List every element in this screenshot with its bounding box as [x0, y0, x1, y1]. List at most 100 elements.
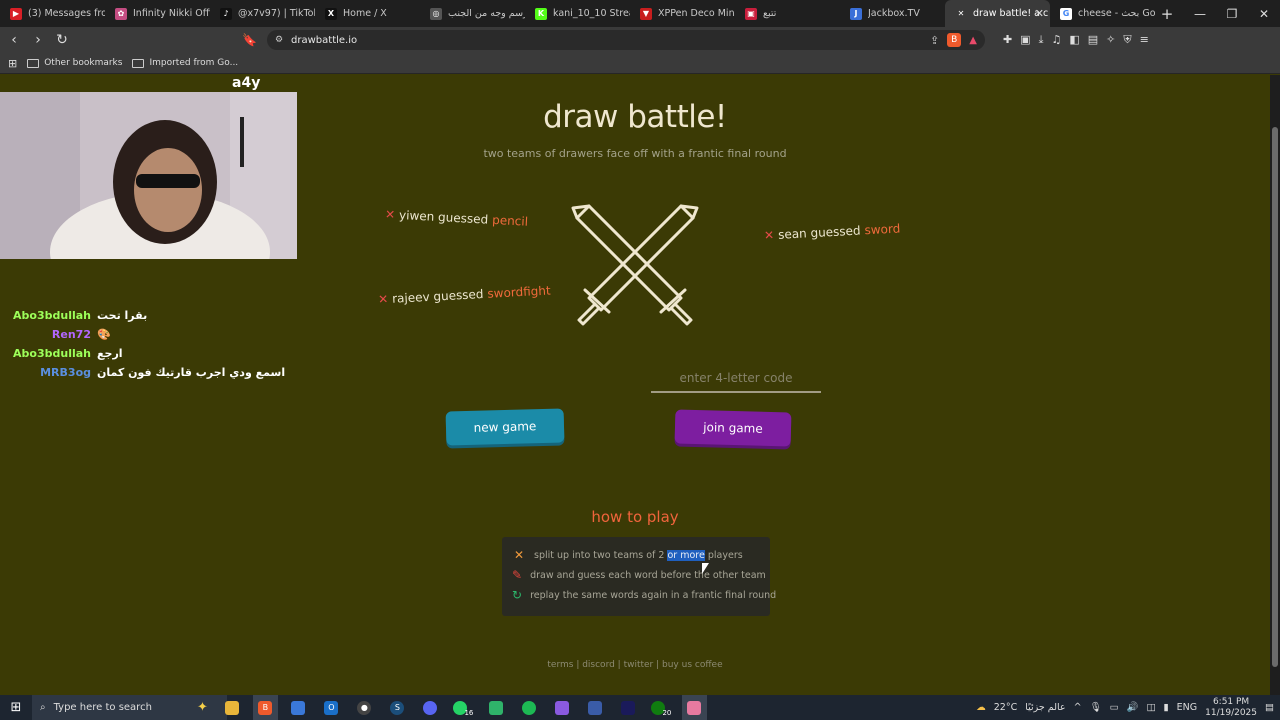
url-text: drawbattle.io — [291, 34, 358, 46]
media-icon[interactable]: ♫ — [1051, 33, 1061, 47]
discord-icon[interactable] — [418, 695, 443, 720]
file-explorer-icon[interactable] — [220, 695, 245, 720]
spotify-icon[interactable] — [517, 695, 542, 720]
guess-label-sean: ✕ sean guessed sword — [764, 221, 901, 242]
stream-chat: Abo3bdullah بقرا تحت Ren72 🎨 Abo3bdullah ارجع… — [0, 306, 300, 382]
bookmark-imported[interactable]: Imported from Go... — [132, 58, 238, 68]
tab-title: تتبع — [763, 8, 777, 19]
terminal-icon[interactable] — [616, 695, 641, 720]
tab-favicon-icon: ▼ — [640, 7, 652, 20]
tab-title: (3) Messages from — [28, 8, 105, 19]
pencil-icon: ✎ — [512, 568, 523, 582]
x-mark-icon: ✕ — [377, 292, 389, 307]
brave-rewards-icon[interactable]: ▲ — [969, 35, 977, 46]
browser-tab[interactable]: ▣ تتبع — [735, 0, 840, 27]
copilot-icon[interactable]: ✦ — [197, 700, 208, 715]
browser-tab[interactable]: ♪ @x7v97) | TikTok(7) — [210, 0, 315, 27]
browser-tab[interactable]: ▼ XPPen Deco Mini7 V — [630, 0, 735, 27]
browser-tab[interactable]: ✿ Infinity Nikki Officia — [105, 0, 210, 27]
guess-label-rajeev: ✕ rajeev guessed swordfight — [378, 283, 551, 306]
steam-icon[interactable]: S — [385, 695, 410, 720]
room-code-field[interactable] — [651, 371, 821, 393]
clock[interactable]: 6:51 PM 11/19/2025 — [1205, 697, 1257, 719]
tab-favicon-icon: G — [1060, 7, 1072, 20]
outlook-icon[interactable]: O — [319, 695, 344, 720]
reload-icon[interactable]: ↻ — [52, 32, 72, 48]
paint-app-icon[interactable] — [681, 695, 707, 720]
scrollbar-thumb[interactable] — [1272, 127, 1278, 667]
browser-tab[interactable]: Kkani_10_10 Stream — [525, 0, 630, 27]
site-info-icon[interactable]: ⚙ — [275, 35, 283, 45]
sidebar-icon[interactable]: ◧ — [1069, 33, 1079, 47]
brave-taskbar-icon[interactable]: B — [252, 695, 278, 720]
tab-capture-icon[interactable]: ▣ — [1020, 33, 1030, 47]
bookmark-other[interactable]: Other bookmarks — [27, 58, 122, 68]
browser-tab[interactable]: X Home / X — [315, 0, 420, 27]
share-icon[interactable]: ⇪ — [930, 34, 939, 47]
browser-tab[interactable]: ◎ رسم وجه من الجنب — [420, 0, 525, 27]
close-window-icon[interactable]: ✕ — [1248, 7, 1280, 21]
chat-message: Ren72 🎨 — [0, 325, 300, 344]
browser-tab[interactable]: J Jackbox.TV — [840, 0, 945, 27]
tab-favicon-icon: ◎ — [430, 7, 442, 20]
language-indicator[interactable]: ENG — [1177, 702, 1197, 713]
minimize-icon[interactable]: — — [1184, 7, 1216, 21]
display-icon[interactable]: ▭ — [1110, 702, 1119, 713]
weather-icon[interactable]: ☁ — [976, 702, 986, 713]
tab-favicon-icon: ▣ — [745, 7, 757, 20]
game-controller-icon[interactable] — [550, 695, 575, 720]
restore-icon[interactable]: ❐ — [1216, 7, 1248, 21]
howto-step-text: replay the same words again in a frantic… — [530, 589, 777, 601]
browser-tab[interactable]: ✕ draw battle! a c ✕ — [945, 0, 1050, 27]
downloads-icon[interactable]: ⤓ — [1039, 33, 1044, 47]
network-icon[interactable]: ◫ — [1146, 702, 1155, 713]
browser-tab[interactable]: ▶ (3) Messages from — [0, 0, 105, 27]
chat-message: Abo3bdullah ارجع — [0, 344, 300, 363]
weather-temp[interactable]: 22°C — [994, 702, 1017, 713]
new-game-button[interactable]: new game — [445, 408, 565, 446]
microphone-icon[interactable]: 🎙 — [1090, 702, 1102, 713]
new-tab-button[interactable]: + — [1155, 5, 1179, 23]
webcam-person-image — [0, 92, 297, 259]
x-mark-icon: ✕ — [763, 228, 775, 243]
twitch-app-icon[interactable] — [484, 695, 509, 720]
footer-links[interactable]: terms | discord | twitter | buy us coffe… — [0, 660, 1270, 670]
vpn-icon[interactable]: ⛨ — [1123, 33, 1131, 47]
notifications-icon[interactable]: ▤ — [1265, 702, 1274, 713]
guess-word: sword — [864, 221, 901, 238]
extensions-icon[interactable]: ✚ — [1003, 33, 1012, 47]
obs-icon[interactable]: ● — [352, 695, 377, 720]
battery-icon[interactable]: ▮ — [1163, 702, 1168, 713]
forward-icon[interactable]: › — [28, 32, 48, 48]
xbox-icon[interactable]: 20 — [649, 695, 674, 720]
bookmark-label: Other bookmarks — [44, 58, 123, 68]
windows-start-icon[interactable]: ⊞ — [0, 700, 32, 715]
room-code-input[interactable] — [651, 371, 821, 393]
back-icon[interactable]: ‹ — [4, 32, 24, 48]
menu-icon[interactable]: ≡ — [1140, 33, 1149, 47]
browser-tab[interactable]: Gcheese - بحث Goog — [1050, 0, 1155, 27]
chat-username: Abo3bdullah — [13, 347, 91, 360]
brave-shields-icon[interactable]: B — [947, 33, 962, 47]
howto-step-text: split up into two teams of 2 or more pla… — [534, 549, 743, 561]
store-icon[interactable] — [286, 695, 311, 720]
howto-step: ✎ draw and guess each word before the ot… — [512, 565, 766, 585]
close-tab-icon[interactable]: ✕ — [1035, 7, 1044, 20]
weather-text[interactable]: عالم جزئيًا — [1025, 702, 1065, 713]
bookmark-icon[interactable]: 🔖 — [242, 33, 257, 47]
webcam-feed — [0, 92, 297, 259]
tab-title: cheese - بحث Goog — [1078, 8, 1155, 19]
apps-grid-icon[interactable]: ⊞ — [8, 57, 17, 70]
join-game-button[interactable]: join game — [674, 409, 792, 447]
settings-gear-icon[interactable] — [583, 695, 608, 720]
volume-icon[interactable]: 🔊 — [1127, 702, 1139, 713]
page-scrollbar[interactable] — [1270, 75, 1280, 695]
whatsapp-icon[interactable]: 16 — [451, 695, 476, 720]
tray-overflow-icon[interactable]: ^ — [1074, 702, 1082, 713]
replay-icon: ↻ — [512, 588, 523, 602]
leo-icon[interactable]: ✧ — [1106, 33, 1115, 47]
folder-icon — [132, 58, 145, 68]
wallet-icon[interactable]: ▤ — [1088, 33, 1098, 47]
address-bar[interactable]: ⚙ drawbattle.io ⇪ B ▲ — [266, 30, 985, 50]
x-mark-icon: ✕ — [384, 207, 396, 222]
